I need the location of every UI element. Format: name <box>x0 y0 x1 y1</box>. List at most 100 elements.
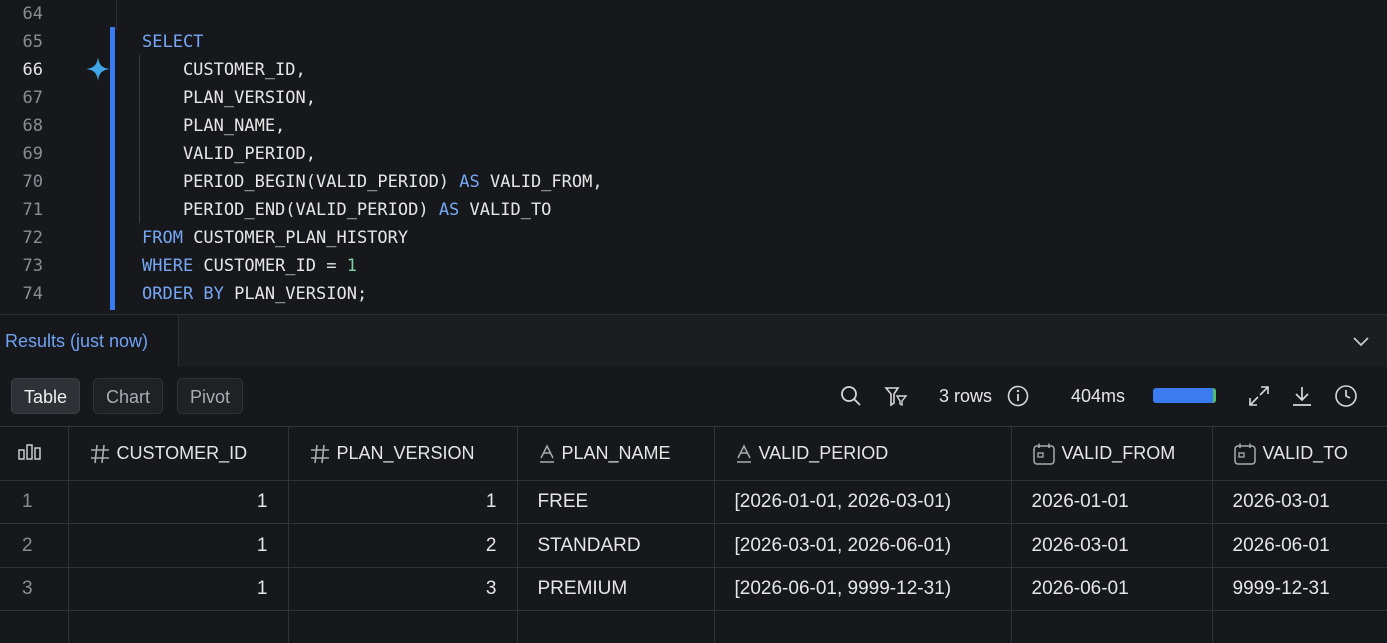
table-cell[interactable]: 1 <box>68 523 289 568</box>
code-text: CUSTOMER_ID, <box>142 56 306 84</box>
code-line[interactable]: 66 CUSTOMER_ID, <box>0 56 1387 84</box>
empty-cell <box>714 610 1012 643</box>
row-index-header[interactable] <box>0 426 69 481</box>
row-count: 3 rows <box>939 386 993 406</box>
table-cell[interactable]: 9999-12-31 <box>1212 567 1387 612</box>
table-cell[interactable]: STANDARD <box>517 523 715 568</box>
sql-token: CUSTOMER_PLAN_HISTORY <box>182 228 409 248</box>
date-type-icon <box>1233 443 1256 465</box>
sql-token: PERIOD_END(VALID_PERIOD) <box>142 200 439 220</box>
table-cell[interactable]: [2026-01-01, 2026-03-01) <box>714 480 1012 525</box>
code-text: PLAN_VERSION, <box>142 84 316 112</box>
column-header-valid-from[interactable]: VALID_FROM <box>1011 426 1213 481</box>
sql-editor[interactable]: 64 65 SELECT 66 CUSTOMER_ID, 67 PLAN_VERSION… <box>0 0 1387 314</box>
filter-icon[interactable] <box>884 384 908 408</box>
column-header-label: VALID_FROM <box>1061 443 1176 463</box>
column-header-label: VALID_TO <box>1262 443 1348 463</box>
code-line[interactable]: 71 PERIOD_END(VALID_PERIOD) AS VALID_TO <box>0 196 1387 224</box>
row-index-cell[interactable]: 1 <box>0 480 69 525</box>
table-cell[interactable]: FREE <box>517 480 715 525</box>
text-type-icon <box>736 443 751 463</box>
sql-keyword: ORDER BY <box>142 284 224 304</box>
code-text: PERIOD_BEGIN(VALID_PERIOD) AS VALID_FROM… <box>142 168 603 196</box>
line-number: 65 <box>22 32 43 52</box>
empty-cell <box>517 610 715 643</box>
results-table: CUSTOMER_ID PLAN_VERSION PLAN_NAME VALID… <box>0 426 1387 643</box>
code-line[interactable]: 74 ORDER BY PLAN_VERSION; <box>0 280 1387 308</box>
table-cell[interactable]: 2 <box>288 523 518 568</box>
code-line[interactable]: 70 PERIOD_BEGIN(VALID_PERIOD) AS VALID_F… <box>0 168 1387 196</box>
history-icon[interactable] <box>1334 384 1358 408</box>
empty-row <box>0 610 1387 643</box>
download-icon[interactable] <box>1290 384 1314 408</box>
line-number: 70 <box>22 172 43 192</box>
code-line[interactable]: 72 FROM CUSTOMER_PLAN_HISTORY <box>0 224 1387 252</box>
code-line[interactable]: 65 SELECT <box>0 28 1387 56</box>
results-tab[interactable]: Results (just now) <box>0 315 179 367</box>
line-number: 66 <box>22 60 43 80</box>
code-line[interactable]: 67 PLAN_VERSION, <box>0 84 1387 112</box>
empty-cell <box>0 610 69 643</box>
code-text: WHERE CUSTOMER_ID = 1 <box>142 252 357 280</box>
results-panel-header: Results (just now) <box>0 314 1387 368</box>
chevron-down-icon[interactable] <box>1351 331 1371 351</box>
line-number: 64 <box>22 4 43 24</box>
sql-keyword: AS <box>438 200 460 220</box>
table-cell[interactable]: PREMIUM <box>517 567 715 612</box>
row-index-cell[interactable]: 2 <box>0 523 69 568</box>
number-type-icon <box>90 444 109 463</box>
column-header-plan-version[interactable]: PLAN_VERSION <box>288 426 518 481</box>
table-cell[interactable]: 2026-06-01 <box>1011 567 1213 612</box>
code-line[interactable]: 73 WHERE CUSTOMER_ID = 1 <box>0 252 1387 280</box>
line-number: 71 <box>22 200 43 220</box>
row-index-cell[interactable]: 3 <box>0 567 69 612</box>
date-type-icon <box>1032 443 1055 465</box>
chart-view-button[interactable]: Chart <box>93 378 164 414</box>
column-header-valid-period[interactable]: VALID_PERIOD <box>714 426 1012 481</box>
table-view-button[interactable]: Table <box>11 378 81 414</box>
line-number: 72 <box>22 228 43 248</box>
sql-token: PLAN_VERSION, <box>142 88 316 108</box>
code-text: PERIOD_END(VALID_PERIOD) AS VALID_TO <box>142 196 551 224</box>
table-cell[interactable]: 1 <box>68 567 289 612</box>
column-header-label: VALID_PERIOD <box>758 443 889 463</box>
sql-number: 1 <box>346 256 357 276</box>
sql-keyword: AS <box>459 172 480 192</box>
empty-cell <box>68 610 289 643</box>
code-line[interactable]: 69 VALID_PERIOD, <box>0 140 1387 168</box>
table-row[interactable]: 2 1 2 STANDARD [2026-03-01, 2026-06-01) 2026-… <box>0 523 1387 568</box>
column-header-plan-name[interactable]: PLAN_NAME <box>517 426 715 481</box>
table-cell[interactable]: [2026-03-01, 2026-06-01) <box>714 523 1012 568</box>
sql-token: PLAN_VERSION; <box>223 284 368 304</box>
code-line[interactable]: 68 PLAN_NAME, <box>0 112 1387 140</box>
column-stats-icon[interactable] <box>18 441 42 461</box>
sql-keyword: FROM <box>142 228 183 248</box>
sql-token: PERIOD_BEGIN(VALID_PERIOD) <box>142 172 460 192</box>
sql-keyword: WHERE <box>142 256 194 276</box>
column-header-label: CUSTOMER_ID <box>116 443 248 463</box>
search-icon[interactable] <box>839 384 863 408</box>
expand-icon[interactable] <box>1247 384 1271 408</box>
code-text: FROM CUSTOMER_PLAN_HISTORY <box>142 224 408 252</box>
info-icon[interactable] <box>1006 384 1030 408</box>
column-header-valid-to[interactable]: VALID_TO <box>1212 426 1387 481</box>
text-type-icon <box>539 443 554 463</box>
table-cell[interactable]: 2026-03-01 <box>1212 480 1387 525</box>
table-cell[interactable]: 1 <box>68 480 289 525</box>
table-cell[interactable]: 1 <box>288 480 518 525</box>
pivot-view-button[interactable]: Pivot <box>177 378 244 414</box>
table-cell[interactable]: [2026-06-01, 9999-12-31) <box>714 567 1012 612</box>
table-row[interactable]: 3 1 3 PREMIUM [2026-06-01, 9999-12-31) 2026-0… <box>0 567 1387 612</box>
query-progress-bar <box>1153 388 1216 403</box>
table-cell[interactable]: 2026-06-01 <box>1212 523 1387 568</box>
code-line[interactable]: 64 <box>0 0 1387 28</box>
column-header-customer-id[interactable]: CUSTOMER_ID <box>68 426 289 481</box>
table-cell[interactable]: 2026-01-01 <box>1011 480 1213 525</box>
line-number: 68 <box>22 116 43 136</box>
sql-token: PLAN_NAME, <box>142 116 286 136</box>
empty-cell <box>1212 611 1387 643</box>
code-text: SELECT <box>142 28 203 56</box>
table-cell[interactable]: 2026-03-01 <box>1011 523 1213 568</box>
table-cell[interactable]: 3 <box>288 567 518 612</box>
table-row[interactable]: 1 1 1 FREE [2026-01-01, 2026-03-01) 2026-01-0… <box>0 480 1387 525</box>
